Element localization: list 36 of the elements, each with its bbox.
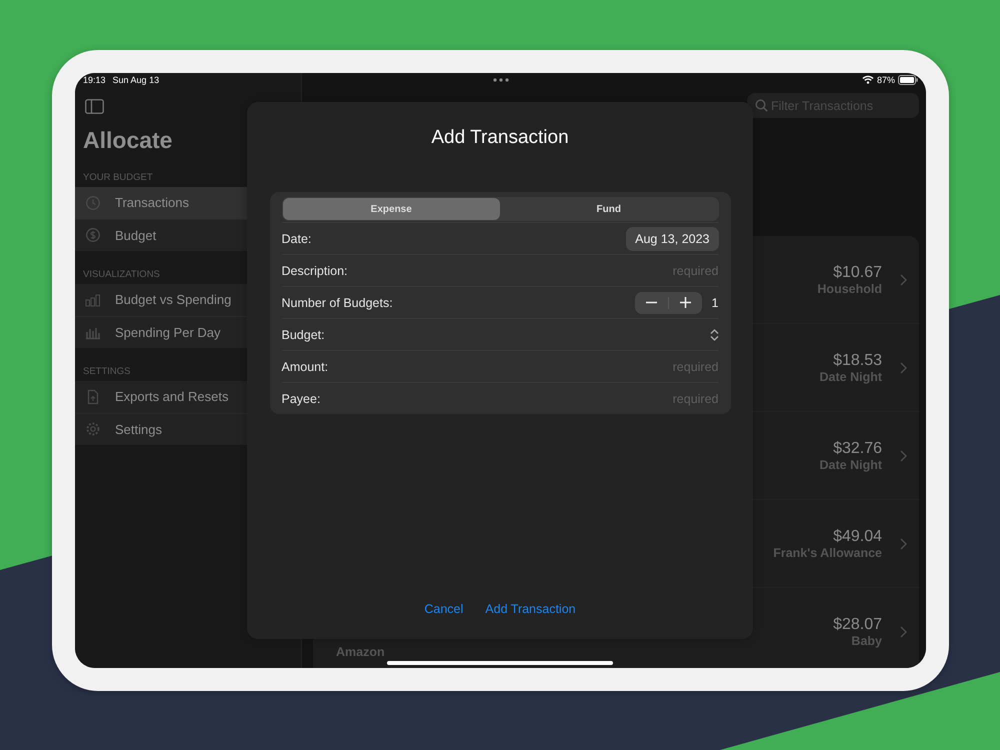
up-down-chevron-icon bbox=[710, 328, 718, 340]
battery-percent: 87% bbox=[876, 74, 895, 84]
chevron-right-icon bbox=[900, 450, 907, 462]
clock-icon bbox=[85, 194, 101, 211]
date-picker-button[interactable]: Aug 13, 2023 bbox=[626, 226, 718, 250]
plus-icon bbox=[680, 297, 691, 308]
amount-text: $18.53 bbox=[833, 352, 882, 370]
status-time: 19:13 bbox=[83, 74, 106, 84]
dollar-icon bbox=[85, 227, 101, 244]
amount-text: $10.67 bbox=[833, 264, 882, 282]
segment-tab[interactable]: Fund bbox=[500, 198, 718, 220]
chevron-right-icon bbox=[900, 362, 907, 374]
section-header: YOUR BUDGET bbox=[83, 172, 154, 183]
chevron-right-icon bbox=[900, 626, 907, 638]
battery-icon bbox=[898, 74, 918, 84]
field-label: Description: bbox=[282, 264, 348, 278]
dialog-button[interactable]: Add Transaction bbox=[485, 602, 576, 616]
field-label: Amount: bbox=[282, 360, 328, 374]
stepper-value: 1 bbox=[712, 296, 718, 310]
chevron-right-icon bbox=[900, 538, 907, 550]
bar-chart-icon bbox=[85, 292, 101, 308]
segment-tab[interactable]: Expense bbox=[282, 198, 500, 220]
amount-text: $32.76 bbox=[833, 440, 882, 458]
chevron-right-icon bbox=[900, 274, 907, 286]
document-icon bbox=[85, 388, 101, 405]
amount-text: $49.04 bbox=[833, 528, 882, 546]
status-date: Sun Aug 13 bbox=[112, 74, 160, 84]
search-icon bbox=[755, 99, 768, 112]
sidebar-toggle-icon bbox=[85, 99, 104, 114]
app-title: Allocate bbox=[83, 127, 174, 154]
dialog-title: Add Transaction bbox=[431, 127, 569, 149]
dialog-button[interactable]: Cancel bbox=[424, 602, 464, 616]
wifi-icon bbox=[862, 75, 874, 84]
amount-text: $28.07 bbox=[833, 616, 882, 634]
settings-icon bbox=[85, 421, 101, 438]
more-dots-icon bbox=[492, 78, 508, 82]
